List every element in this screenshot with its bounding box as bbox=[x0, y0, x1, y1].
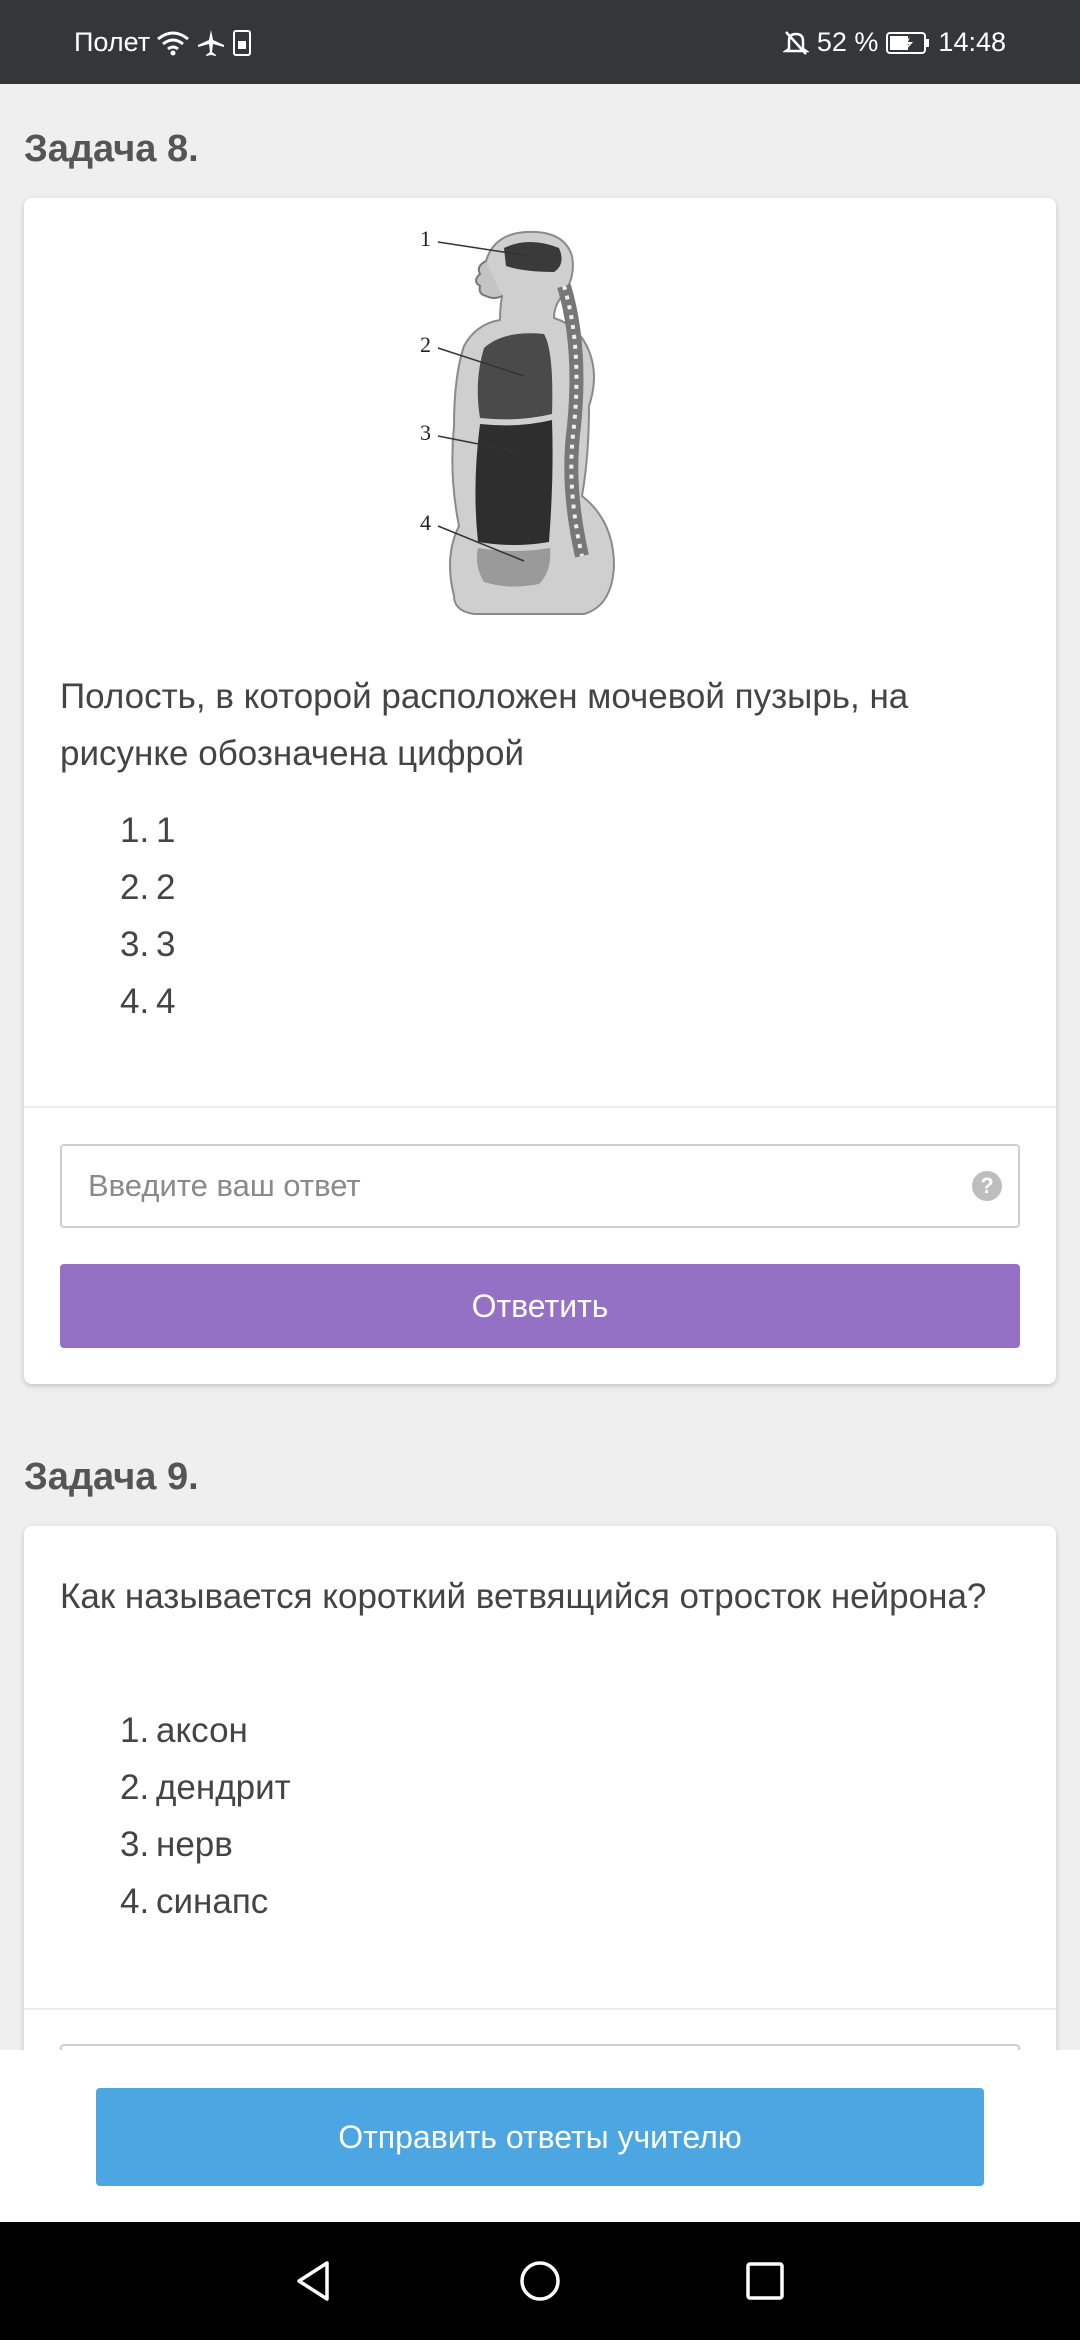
task-9-options: 1. аксон 2. дендрит 3. нерв 4. синапс bbox=[120, 1702, 291, 1930]
task-8-card: 1 2 3 4 Полость, в которой расположен мо… bbox=[24, 198, 1056, 1384]
sim-icon bbox=[232, 29, 252, 57]
divider bbox=[24, 1106, 1056, 1108]
send-answers-button[interactable]: Отправить ответы учителю bbox=[96, 2088, 984, 2186]
figure-label-4: 4 bbox=[420, 510, 431, 535]
bottom-panel: Отправить ответы учителю bbox=[0, 2050, 1080, 2222]
answer-input[interactable] bbox=[60, 1144, 1020, 1228]
list-item: 4. синапс bbox=[120, 1882, 269, 1921]
task-8-title: Задача 8. bbox=[24, 128, 199, 170]
list-item: 3. нерв bbox=[120, 1825, 233, 1864]
battery-percent: 52 % bbox=[816, 27, 879, 57]
task-list[interactable]: Задача 8. 1 2 3 4 Полость, в которой рас… bbox=[0, 84, 1080, 2050]
wifi-icon bbox=[156, 30, 190, 56]
figure-label-1: 1 bbox=[420, 226, 431, 251]
anatomy-figure: 1 2 3 4 bbox=[414, 226, 684, 616]
figure-label-3: 3 bbox=[420, 420, 431, 445]
silent-bell-icon bbox=[782, 29, 809, 57]
list-item: 4. 4 bbox=[120, 982, 176, 1021]
answer-button[interactable]: Ответить bbox=[60, 1264, 1020, 1348]
navigation-bar bbox=[0, 2222, 1080, 2340]
task-9-title: Задача 9. bbox=[24, 1456, 199, 1498]
airplane-icon bbox=[196, 28, 226, 58]
list-item: 1. 1 bbox=[120, 811, 176, 850]
list-item: 2. дендрит bbox=[120, 1768, 291, 1807]
task-8-options: 1. 1 2. 2 3. 3 4. 4 bbox=[120, 802, 175, 1030]
task-9-question: Как называется короткий ветвящийся отрос… bbox=[60, 1577, 987, 1616]
list-item: 1. аксон bbox=[120, 1711, 248, 1750]
figure-label-2: 2 bbox=[420, 332, 431, 357]
task-9-card: Как называется короткий ветвящийся отрос… bbox=[24, 1526, 1056, 2050]
help-icon[interactable]: ? bbox=[972, 1171, 1002, 1201]
clock: 14:48 bbox=[938, 27, 1006, 57]
back-icon[interactable] bbox=[288, 2256, 338, 2306]
battery-icon bbox=[886, 31, 930, 55]
status-bar: Полет 52 % 14:48 bbox=[0, 0, 1080, 84]
carrier-label: Полет bbox=[74, 27, 151, 57]
divider bbox=[24, 2008, 1056, 2010]
list-item: 2. 2 bbox=[120, 868, 176, 907]
task-8-question: Полость, в которой расположен мочевой пу… bbox=[60, 677, 909, 773]
recents-icon[interactable] bbox=[740, 2256, 790, 2306]
home-icon[interactable] bbox=[515, 2256, 565, 2306]
list-item: 3. 3 bbox=[120, 925, 176, 964]
